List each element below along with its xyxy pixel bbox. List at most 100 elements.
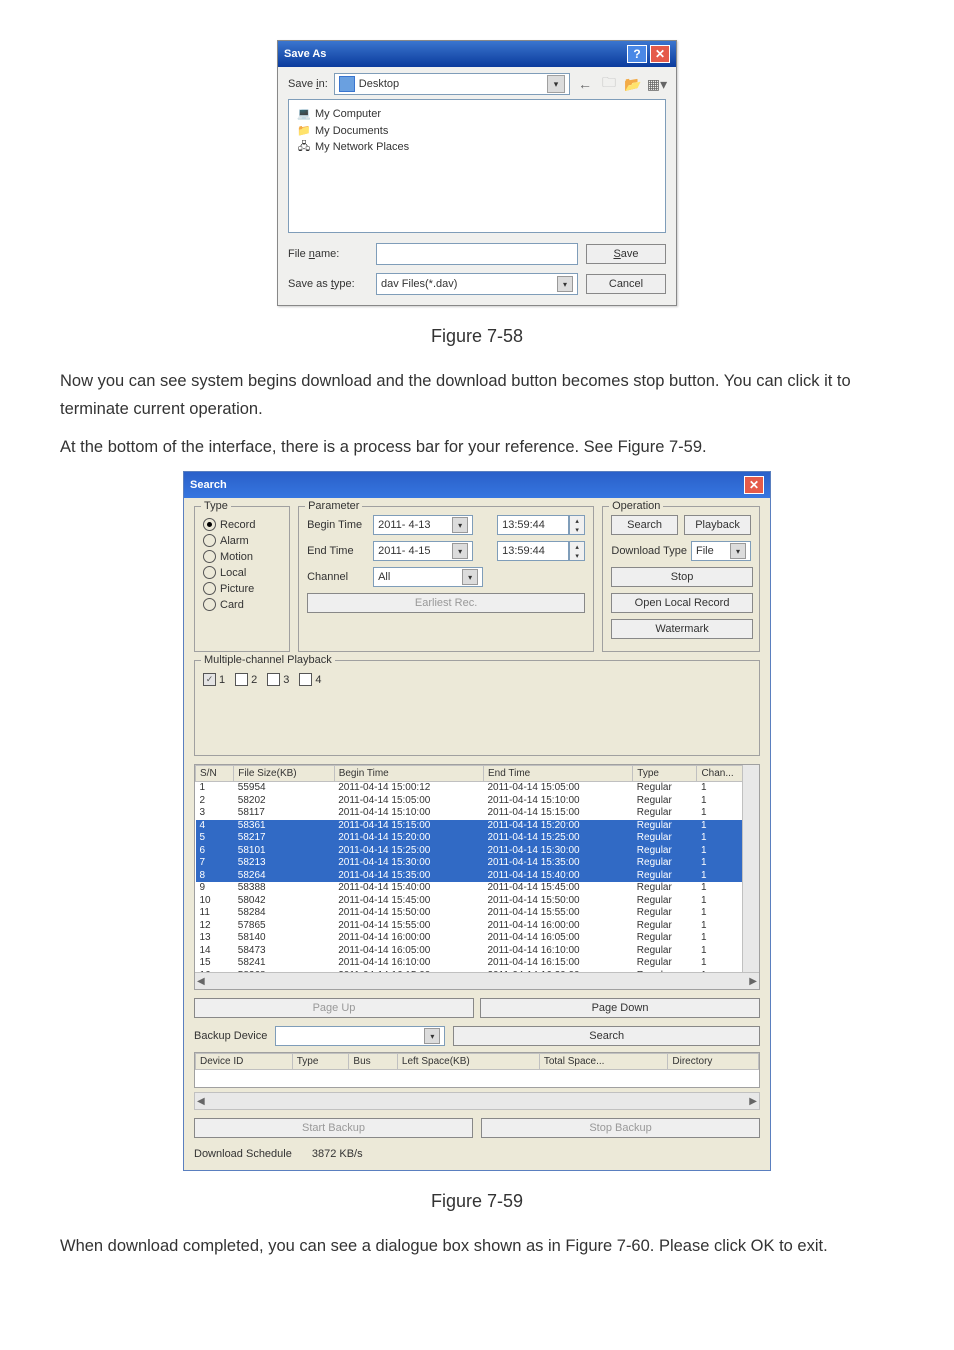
device-column-header[interactable]: Left Space(KB) bbox=[397, 1054, 539, 1070]
channel-label: Channel bbox=[307, 571, 365, 583]
radio-label: Local bbox=[220, 567, 246, 579]
begin-time-input[interactable]: 13:59:44 bbox=[497, 515, 569, 535]
horizontal-scrollbar[interactable]: ◀▶ bbox=[195, 972, 759, 989]
page-down-button[interactable]: Page Down bbox=[480, 998, 760, 1018]
type-radio-record[interactable]: Record bbox=[203, 518, 281, 531]
type-legend: Type bbox=[201, 500, 231, 512]
device-column-header[interactable]: Directory bbox=[668, 1054, 759, 1070]
table-row[interactable]: 1559542011-04-14 15:00:122011-04-14 15:0… bbox=[196, 782, 759, 795]
back-icon[interactable]: ← bbox=[576, 75, 594, 93]
operation-legend: Operation bbox=[609, 500, 663, 512]
mcp-checkbox-1[interactable] bbox=[203, 673, 216, 686]
table-row[interactable]: 2582022011-04-14 15:05:002011-04-14 15:1… bbox=[196, 795, 759, 808]
table-row[interactable]: 11582842011-04-14 15:50:002011-04-14 15:… bbox=[196, 907, 759, 920]
vertical-scrollbar[interactable] bbox=[742, 765, 759, 973]
cancel-button[interactable]: Cancel bbox=[586, 274, 666, 294]
chevron-down-icon: ▾ bbox=[452, 517, 468, 533]
table-row[interactable]: 7582132011-04-14 15:30:002011-04-14 15:3… bbox=[196, 857, 759, 870]
list-item[interactable]: 🖧My Network Places bbox=[297, 139, 657, 156]
table-row[interactable]: 12578652011-04-14 15:55:002011-04-14 16:… bbox=[196, 920, 759, 933]
results-column-header[interactable]: S/N bbox=[196, 766, 234, 782]
mcp-checkbox-3[interactable] bbox=[267, 673, 280, 686]
new-folder-icon[interactable]: 📂 bbox=[624, 75, 642, 93]
close-icon[interactable]: ✕ bbox=[650, 45, 670, 63]
end-time-label: End Time bbox=[307, 545, 373, 557]
type-radio-card[interactable]: Card bbox=[203, 598, 281, 611]
playback-button[interactable]: Playback bbox=[684, 515, 751, 535]
type-radio-motion[interactable]: Motion bbox=[203, 550, 281, 563]
chevron-down-icon: ▾ bbox=[547, 75, 565, 93]
results-table[interactable]: S/NFile Size(KB)Begin TimeEnd TimeTypeCh… bbox=[194, 764, 760, 990]
table-row[interactable]: 15582412011-04-14 16:10:002011-04-14 16:… bbox=[196, 957, 759, 970]
backup-device-select[interactable]: ▾ bbox=[275, 1026, 445, 1046]
time-spinner[interactable]: ▴▾ bbox=[569, 515, 585, 535]
time-spinner[interactable]: ▴▾ bbox=[569, 541, 585, 561]
earliest-rec-button[interactable]: Earliest Rec. bbox=[307, 593, 585, 613]
save-in-select[interactable]: Desktop ▾ bbox=[334, 73, 570, 95]
device-column-header[interactable]: Bus bbox=[349, 1054, 397, 1070]
save-in-value: Desktop bbox=[359, 78, 399, 90]
stop-backup-button[interactable]: Stop Backup bbox=[481, 1118, 760, 1138]
page-up-button[interactable]: Page Up bbox=[194, 998, 474, 1018]
end-date-input[interactable]: 2011- 4-15▾ bbox=[373, 541, 473, 561]
stop-button[interactable]: Stop bbox=[611, 567, 753, 587]
type-radio-alarm[interactable]: Alarm bbox=[203, 534, 281, 547]
backup-device-label: Backup Device bbox=[194, 1030, 267, 1042]
table-row[interactable]: 8582642011-04-14 15:35:002011-04-14 15:4… bbox=[196, 870, 759, 883]
download-type-select[interactable]: File▾ bbox=[691, 541, 751, 561]
save-as-type-select[interactable]: dav Files(*.dav) ▾ bbox=[376, 273, 578, 295]
radio-label: Alarm bbox=[220, 535, 249, 547]
save-in-label: Save in: bbox=[288, 78, 328, 90]
table-row[interactable]: 14584732011-04-14 16:05:002011-04-14 16:… bbox=[196, 945, 759, 958]
body-paragraph: At the bottom of the interface, there is… bbox=[60, 433, 894, 461]
channel-select[interactable]: All▾ bbox=[373, 567, 483, 587]
begin-date-input[interactable]: 2011- 4-13▾ bbox=[373, 515, 473, 535]
list-item[interactable]: 💻My Computer bbox=[297, 106, 657, 123]
parameter-group: Parameter Begin Time 2011- 4-13▾ 13:59:4… bbox=[298, 506, 594, 652]
download-type-label: Download Type bbox=[611, 545, 687, 557]
type-radio-local[interactable]: Local bbox=[203, 566, 281, 579]
mcp-checkbox-4[interactable] bbox=[299, 673, 312, 686]
results-column-header[interactable]: Begin Time bbox=[334, 766, 483, 782]
file-name-input[interactable] bbox=[376, 243, 578, 265]
device-column-header[interactable]: Total Space... bbox=[539, 1054, 668, 1070]
end-time-input[interactable]: 13:59:44 bbox=[497, 541, 569, 561]
horizontal-scrollbar[interactable]: ◀▶ bbox=[194, 1092, 760, 1110]
close-icon[interactable]: ✕ bbox=[744, 476, 764, 494]
file-list[interactable]: 💻My Computer 📁My Documents 🖧My Network P… bbox=[288, 99, 666, 233]
help-icon[interactable]: ? bbox=[627, 45, 647, 63]
list-item[interactable]: 📁My Documents bbox=[297, 123, 657, 140]
table-row[interactable]: 9583882011-04-14 15:40:002011-04-14 15:4… bbox=[196, 882, 759, 895]
mcp-label: 3 bbox=[283, 674, 289, 686]
mcp-label: 2 bbox=[251, 674, 257, 686]
results-column-header[interactable]: File Size(KB) bbox=[234, 766, 334, 782]
up-icon[interactable]: 🗀 bbox=[600, 75, 618, 93]
start-backup-button[interactable]: Start Backup bbox=[194, 1118, 473, 1138]
table-row[interactable]: 13581402011-04-14 16:00:002011-04-14 16:… bbox=[196, 932, 759, 945]
search-button[interactable]: Search bbox=[611, 515, 678, 535]
mcp-checkbox-2[interactable] bbox=[235, 673, 248, 686]
table-row[interactable]: 3581172011-04-14 15:10:002011-04-14 15:1… bbox=[196, 807, 759, 820]
body-paragraph: When download completed, you can see a d… bbox=[60, 1232, 894, 1260]
radio-icon bbox=[203, 582, 216, 595]
table-row[interactable]: 4583612011-04-14 15:15:002011-04-14 15:2… bbox=[196, 820, 759, 833]
table-row[interactable]: 6581012011-04-14 15:25:002011-04-14 15:3… bbox=[196, 845, 759, 858]
device-column-header[interactable]: Type bbox=[292, 1054, 349, 1070]
view-menu-icon[interactable]: ▦▾ bbox=[648, 75, 666, 93]
watermark-button[interactable]: Watermark bbox=[611, 619, 753, 639]
mcp-label: 4 bbox=[315, 674, 321, 686]
results-column-header[interactable]: Type bbox=[633, 766, 697, 782]
table-row[interactable]: 10580422011-04-14 15:45:002011-04-14 15:… bbox=[196, 895, 759, 908]
type-radio-picture[interactable]: Picture bbox=[203, 582, 281, 595]
backup-search-button[interactable]: Search bbox=[453, 1026, 760, 1046]
figure-caption: Figure 7-59 bbox=[60, 1191, 894, 1212]
device-column-header[interactable]: Device ID bbox=[196, 1054, 293, 1070]
table-row[interactable]: 5582172011-04-14 15:20:002011-04-14 15:2… bbox=[196, 832, 759, 845]
save-button[interactable]: Save bbox=[586, 244, 666, 264]
results-column-header[interactable]: End Time bbox=[484, 766, 633, 782]
open-local-record-button[interactable]: Open Local Record bbox=[611, 593, 753, 613]
operation-group: Operation Search Playback Download Type … bbox=[602, 506, 760, 652]
save-as-title: Save As bbox=[284, 48, 326, 60]
search-dialog: Search ✕ Type Record Alarm Motion Local Pict… bbox=[183, 471, 771, 1171]
device-table[interactable]: Device IDTypeBusLeft Space(KB)Total Spac… bbox=[194, 1052, 760, 1088]
